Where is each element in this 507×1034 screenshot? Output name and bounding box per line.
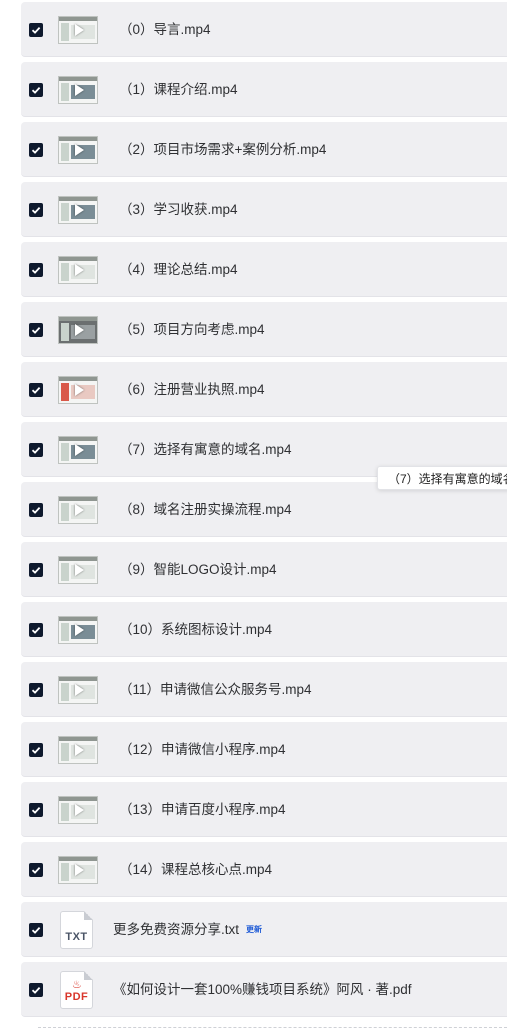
file-name: （2）项目市场需求+案例分析.mp4 [119,142,327,157]
acrobat-icon: ♨ [72,979,82,991]
file-row[interactable]: （5）项目方向考虑.mp4 [21,302,507,357]
file-row[interactable]: （14）课程总核心点.mp4 [21,842,507,897]
file-name: （10）系统图标设计.mp4 [119,622,273,637]
checkbox-checked[interactable] [29,23,43,37]
checkbox-checked[interactable] [29,383,43,397]
file-row[interactable]: ♨ PDF 《如何设计一套100%赚钱项目系统》阿风 · 著.pdf [21,962,507,1017]
video-thumbnail-icon [58,76,98,104]
file-row[interactable]: （6）注册营业执照.mp4 [21,362,507,417]
video-thumbnail-icon [58,556,98,584]
checkbox-checked[interactable] [29,683,43,697]
checkbox-checked[interactable] [29,743,43,757]
checkbox-checked[interactable] [29,143,43,157]
file-row[interactable]: （3）学习收获.mp4 [21,182,507,237]
video-thumbnail-icon [58,136,98,164]
file-type-label: PDF [64,991,89,1003]
update-badge: 更新 [246,925,263,935]
file-name-wrapper: 更多免费资源分享.txt 更新 [113,902,262,957]
video-thumbnail-icon [58,256,98,284]
file-name: （9）智能LOGO设计.mp4 [119,562,277,577]
checkbox-checked[interactable] [29,803,43,817]
video-thumbnail-icon [58,736,98,764]
checkbox-checked[interactable] [29,443,43,457]
file-row[interactable]: （8）域名注册实操流程.mp4 [21,482,507,537]
video-thumbnail-icon [58,436,98,464]
file-row[interactable]: （10）系统图标设计.mp4 [21,602,507,657]
file-row[interactable]: （12）申请微信小程序.mp4 [21,722,507,777]
file-name: （1）课程介绍.mp4 [119,82,238,97]
video-thumbnail-icon [58,376,98,404]
file-name: （11）申请微信公众服务号.mp4 [119,682,312,697]
checkbox-checked[interactable] [29,83,43,97]
file-row[interactable]: （0）导言.mp4 [21,2,507,57]
video-thumbnail-icon [58,316,98,344]
video-thumbnail-icon [58,856,98,884]
file-name: （8）域名注册实操流程.mp4 [119,502,292,517]
video-thumbnail-icon [58,676,98,704]
checkbox-checked[interactable] [29,923,43,937]
file-name: （0）导言.mp4 [119,22,211,37]
file-type-label: TXT [65,931,88,943]
filename-tooltip: （7）选择有寓意的域名 [377,466,507,490]
video-thumbnail-icon [58,616,98,644]
file-row[interactable]: （9）智能LOGO设计.mp4 [21,542,507,597]
checkbox-checked[interactable] [29,323,43,337]
txt-file-icon: TXT [60,911,93,949]
file-name: （14）课程总核心点.mp4 [119,862,273,877]
list-end-divider [38,1027,507,1028]
file-name: （6）注册营业执照.mp4 [119,382,265,397]
checkbox-checked[interactable] [29,623,43,637]
file-name: （13）申请百度小程序.mp4 [119,802,286,817]
checkbox-checked[interactable] [29,863,43,877]
file-list: （0）导言.mp4 （1）课程介绍.mp4 （2）项目市场需求+案例分析.mp4… [21,2,507,1022]
file-row[interactable]: （4）理论总结.mp4 [21,242,507,297]
file-name: （4）理论总结.mp4 [119,262,238,277]
file-row[interactable]: （1）课程介绍.mp4 [21,62,507,117]
file-row[interactable]: （2）项目市场需求+案例分析.mp4 [21,122,507,177]
checkbox-checked[interactable] [29,263,43,277]
file-name: 《如何设计一套100%赚钱项目系统》阿风 · 著.pdf [113,982,412,997]
video-thumbnail-icon [58,196,98,224]
file-row[interactable]: （13）申请百度小程序.mp4 [21,782,507,837]
file-name: （7）选择有寓意的域名.mp4 [119,442,292,457]
video-thumbnail-icon [58,796,98,824]
checkbox-checked[interactable] [29,983,43,997]
checkbox-checked[interactable] [29,503,43,517]
file-name: （3）学习收获.mp4 [119,202,238,217]
pdf-file-icon: ♨ PDF [60,971,93,1009]
file-name: （5）项目方向考虑.mp4 [119,322,265,337]
file-name: 更多免费资源分享.txt [113,922,240,937]
checkbox-checked[interactable] [29,563,43,577]
file-row[interactable]: （11）申请微信公众服务号.mp4 [21,662,507,717]
file-name: （12）申请微信小程序.mp4 [119,742,286,757]
video-thumbnail-icon [58,16,98,44]
checkbox-checked[interactable] [29,203,43,217]
file-row[interactable]: TXT 更多免费资源分享.txt 更新 [21,902,507,957]
video-thumbnail-icon [58,496,98,524]
